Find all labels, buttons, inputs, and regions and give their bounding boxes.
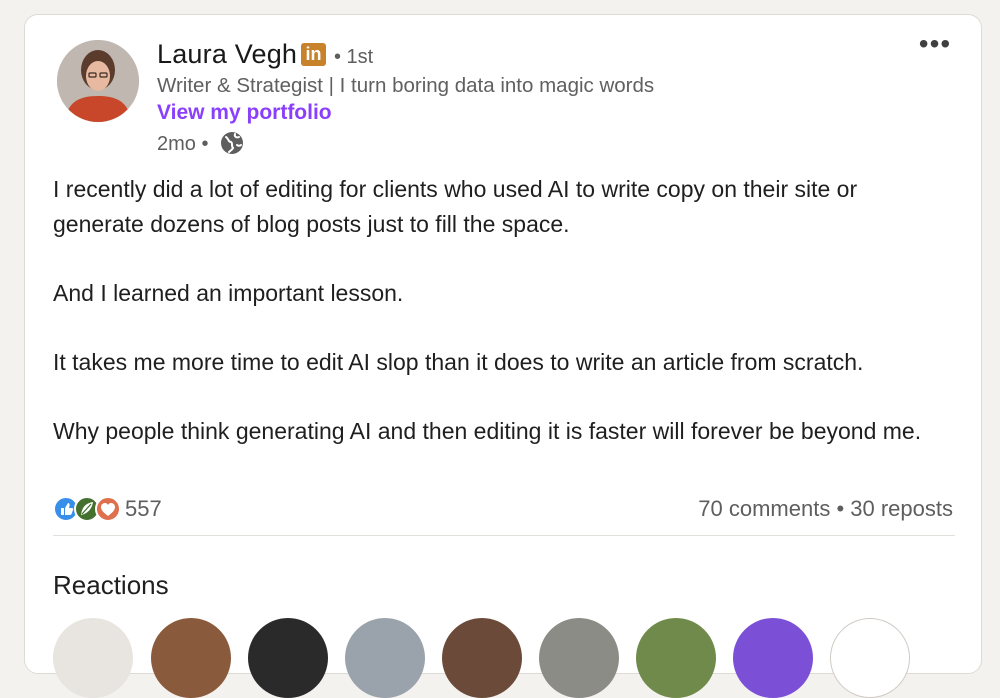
author-photo — [57, 40, 139, 122]
author-name[interactable]: Laura Vegh — [157, 39, 297, 70]
post-text: I recently did a lot of editing for clie… — [53, 172, 943, 483]
post-paragraph: I recently did a lot of editing for clie… — [53, 176, 858, 237]
reaction-icons[interactable] — [53, 495, 123, 523]
post-paragraph: And I learned an important lesson. — [53, 279, 404, 306]
post-paragraph: It takes me more time to edit AI slop th… — [53, 348, 864, 375]
divider — [53, 535, 955, 536]
author-headline: Writer & Strategist | I turn boring data… — [157, 74, 655, 97]
post-card: Laura Vegh in • 1st Writer & Strategist … — [24, 14, 982, 698]
reactor-avatar[interactable] — [248, 618, 328, 698]
reactor-avatar[interactable] — [345, 618, 425, 698]
post-timestamp: 2mo • — [157, 133, 209, 155]
reactor-avatar[interactable] — [442, 618, 522, 698]
connection-degree: • 1st — [334, 46, 374, 68]
author-avatar[interactable] — [57, 40, 139, 122]
portfolio-link[interactable]: View my portfolio — [157, 101, 332, 125]
globe-icon — [221, 132, 243, 154]
comments-count[interactable]: 70 comments — [698, 496, 830, 521]
reactor-avatar[interactable] — [733, 618, 813, 698]
post-paragraph: Why people think generating AI and then … — [53, 417, 922, 444]
reactor-avatar[interactable] — [53, 618, 133, 698]
reactor-avatar[interactable] — [539, 618, 619, 698]
social-counts: 70 comments • 30 reposts — [698, 496, 953, 522]
reposts-count[interactable]: 30 reposts — [850, 496, 953, 521]
separator-dot: • — [830, 496, 851, 521]
more-options-button[interactable]: ••• — [915, 30, 955, 65]
linkedin-premium-icon: in — [301, 43, 326, 66]
reactions-heading: Reactions — [53, 570, 169, 600]
reactor-avatar[interactable] — [151, 618, 231, 698]
reactor-avatar[interactable] — [636, 618, 716, 698]
love-icon — [95, 496, 121, 522]
reaction-count[interactable]: 557 — [125, 496, 162, 522]
more-reactors-button[interactable] — [830, 618, 910, 698]
